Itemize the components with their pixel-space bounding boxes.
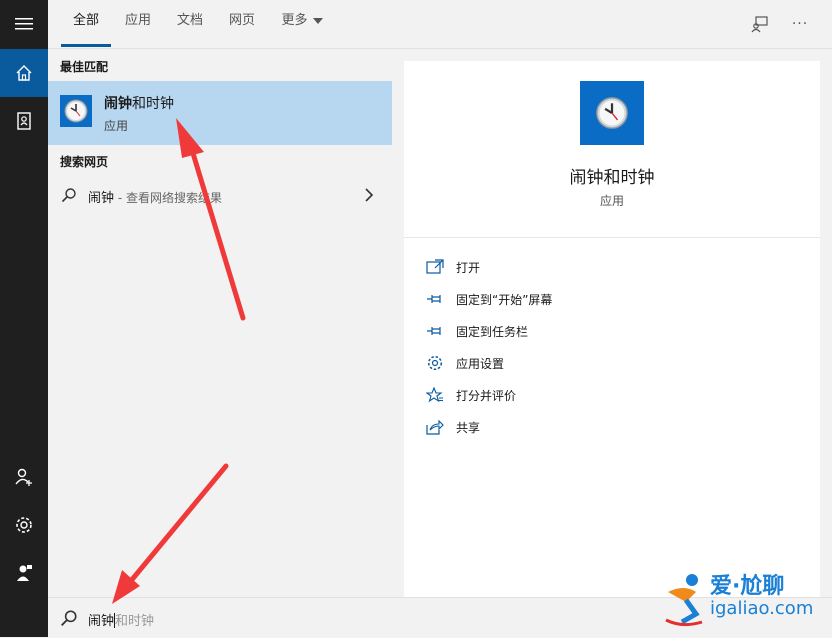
home-icon[interactable] [0,49,48,97]
notebook-icon[interactable] [0,97,48,145]
hamburger-menu-icon[interactable] [0,0,48,48]
watermark-text-en: igaliao.com [710,598,814,619]
tab-more[interactable]: 更多 [272,0,332,48]
share-icon [426,419,444,435]
action-open[interactable]: 打开 [426,255,796,279]
watermark-logo: 爱·尬聊 igaliao.com [662,566,822,632]
results-list: 最佳匹配 闹钟和时钟 应用 搜索网页 闹钟 - 查看网络搜索结果 [48,49,392,597]
rate-star-icon [426,387,443,403]
best-match-heading: 最佳匹配 [60,60,109,74]
action-pin-start[interactable]: 固定到“开始”屏幕 [426,287,796,311]
more-options-icon[interactable]: ··· [788,12,812,36]
feedback-person-icon[interactable] [0,549,48,597]
action-rate-review[interactable]: 打分并评价 [426,383,796,407]
feedback-icon[interactable] [748,12,772,36]
tab-apps[interactable]: 应用 [114,0,162,48]
clock-icon [60,95,92,127]
clock-icon [580,81,644,145]
chevron-right-icon [365,188,374,202]
tab-documents[interactable]: 文档 [166,0,214,48]
best-match-item[interactable]: 闹钟和时钟 应用 [48,81,392,145]
open-icon [426,259,444,274]
detail-app-name: 闹钟和时钟 [569,168,655,188]
action-app-settings[interactable]: 应用设置 [426,351,796,375]
divider [404,237,820,238]
top-tab-bar: 全部 应用 文档 网页 更多 ··· [48,0,832,49]
action-share[interactable]: 共享 [426,415,796,439]
search-input[interactable]: 闹钟和时钟 [88,610,154,629]
tab-web[interactable]: 网页 [218,0,266,48]
search-icon [61,188,76,203]
tab-all[interactable]: 全部 [61,0,111,48]
best-match-subtitle: 应用 [104,119,129,133]
web-search-query: 闹钟 - 查看网络搜索结果 [88,191,222,206]
add-account-icon[interactable] [0,453,48,501]
detail-app-kind: 应用 [599,194,624,208]
gear-icon[interactable] [0,501,48,549]
pin-taskbar-icon [427,327,441,335]
web-search-item[interactable]: 闹钟 - 查看网络搜索结果 [48,177,392,213]
settings-icon [427,355,443,371]
best-match-title: 闹钟和时钟 [104,96,174,112]
app-detail-panel: 闹钟和时钟 应用 打开 固定到“开始”屏幕 固定到任务栏 应用设置 打分并评价 … [404,61,820,597]
watermark-text-cn: 爱·尬聊 [710,574,785,599]
web-search-heading: 搜索网页 [60,155,109,169]
runner-logo-icon [665,574,703,627]
left-rail [0,0,48,637]
pin-start-icon [427,295,441,303]
search-icon [61,610,77,626]
action-pin-taskbar[interactable]: 固定到任务栏 [426,319,796,343]
chevron-down-icon [312,17,323,24]
